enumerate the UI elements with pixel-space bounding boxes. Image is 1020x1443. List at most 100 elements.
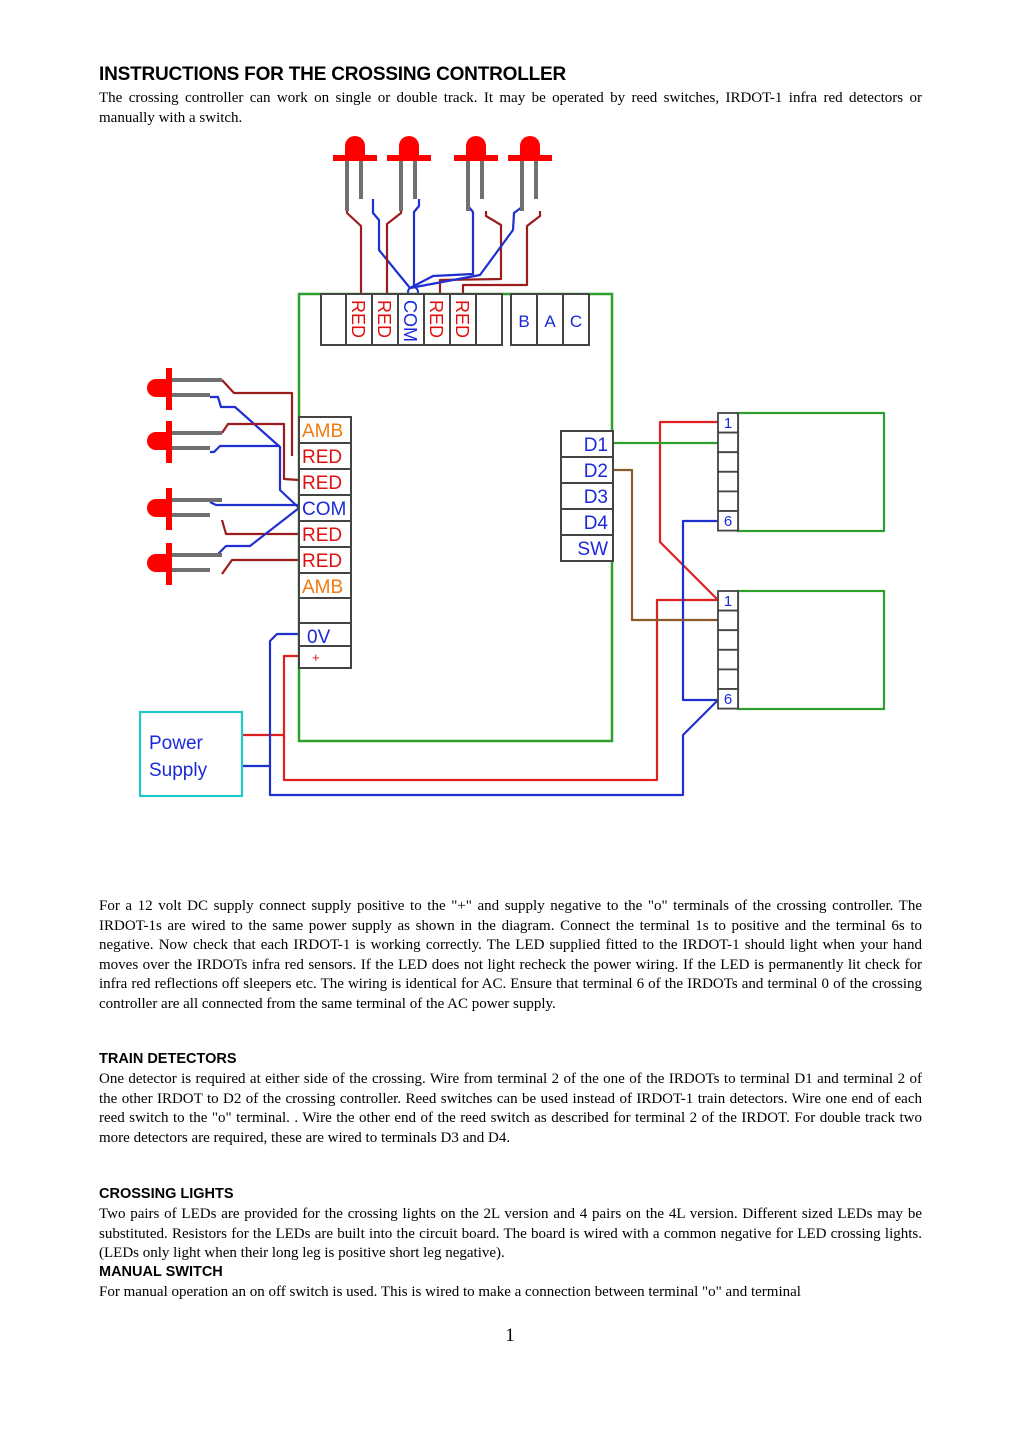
led-leg: [172, 378, 222, 382]
led-top-3: [466, 136, 486, 156]
top-right-terminal-label: B: [518, 312, 529, 331]
led-top-4-flange: [508, 155, 552, 161]
led-leg: [359, 161, 363, 199]
wire-led-com: [210, 395, 300, 509]
irdot-terminal-label: 6: [724, 691, 732, 708]
top-right-terminal-label: A: [544, 312, 556, 331]
led-leg: [172, 393, 210, 397]
wire-positive: [282, 654, 299, 735]
wire-led-com: [371, 199, 411, 289]
left-terminal-label: RED: [302, 551, 342, 572]
wire-negative: [681, 519, 718, 702]
top-terminal-label: RED: [452, 300, 472, 338]
led-top-2: [399, 136, 419, 156]
top-terminal: [320, 293, 348, 346]
wire-led-com: [210, 444, 280, 454]
detector-terminal-label: D1: [584, 435, 608, 456]
top-terminal-label: RED: [348, 300, 368, 338]
led-left-2: [147, 432, 166, 450]
led-left-4: [147, 554, 166, 572]
left-terminal-label: +: [312, 650, 320, 665]
led-top-2-flange: [387, 155, 431, 161]
irdot-terminal: [717, 629, 739, 651]
led-left-1: [147, 379, 166, 397]
led-leg: [520, 161, 524, 211]
power-supply: [138, 710, 244, 798]
section-text-manual-switch: For manual operation an on off switch is…: [99, 1284, 801, 1300]
top-terminal-label: COM: [400, 300, 420, 342]
led-leg: [172, 431, 222, 435]
section-text-crossing-lights: Two pairs of LEDs are provided for the c…: [99, 1206, 922, 1262]
left-terminal-label: RED: [302, 447, 342, 468]
led-leg: [345, 161, 349, 211]
left-terminal-label: AMB: [302, 577, 343, 598]
detector-terminal-label: D4: [584, 513, 609, 534]
wire-d2: [613, 468, 718, 622]
irdot-terminal: [717, 490, 739, 512]
led-leg: [172, 568, 210, 572]
detector-terminal-label: D3: [584, 487, 608, 508]
led-leg: [480, 161, 484, 199]
wire-led-red: [345, 211, 363, 294]
wire-led-com: [412, 199, 421, 288]
left-terminal-label: AMB: [302, 421, 343, 442]
led-leg: [399, 161, 403, 211]
led-leg: [413, 161, 417, 199]
left-terminal-label: RED: [302, 525, 342, 546]
led-leg: [172, 498, 222, 502]
irdot-terminal: [717, 451, 739, 473]
led-left-4-flange: [166, 543, 172, 585]
wire-led-com: [409, 199, 475, 289]
irdot-terminal-label: 6: [724, 513, 732, 530]
led-top-4: [520, 136, 540, 156]
wire-positive: [658, 420, 719, 601]
wiring-diagram: RED RED COM RED RED B A C AMB RED RED COM RED RED AMB 0…: [138, 136, 886, 798]
section-heading-train-detectors: TRAIN DETECTORS: [99, 1051, 237, 1067]
irdot-terminal: [717, 431, 739, 454]
detector-terminal-label: SW: [577, 539, 608, 560]
top-terminal-label: RED: [374, 300, 394, 338]
wire-led-com: [209, 507, 300, 557]
led-leg: [534, 161, 538, 199]
left-terminal: [298, 597, 352, 625]
wire-led-red: [220, 519, 299, 536]
power-supply-label: Supply: [149, 760, 208, 781]
detector-terminal-label: D2: [584, 461, 608, 482]
power-paragraph: For a 12 volt DC supply connect supply p…: [99, 898, 922, 1012]
wire-led-red: [221, 379, 294, 456]
irdot-terminal: [717, 648, 739, 671]
led-leg: [172, 553, 222, 557]
section-heading-crossing-lights: CROSSING LIGHTS: [99, 1186, 234, 1202]
led-top-3-flange: [454, 155, 498, 161]
top-terminal-label: RED: [426, 300, 446, 338]
page-number: 1: [505, 1325, 515, 1346]
led-left-1-flange: [166, 368, 172, 410]
wire-led-red: [221, 422, 300, 482]
left-terminal: [298, 645, 352, 669]
top-terminal: [475, 293, 503, 346]
led-leg: [172, 446, 210, 450]
irdot-terminal: [717, 668, 739, 690]
section-heading-manual-switch: MANUAL SWITCH: [99, 1264, 223, 1280]
left-terminal-label: 0V: [307, 627, 331, 648]
irdot-terminal-label: 1: [724, 593, 732, 610]
led-leg: [466, 161, 470, 211]
led-left-3: [147, 499, 166, 517]
irdot-module-2: [736, 589, 886, 711]
top-right-terminal-label: C: [570, 312, 582, 331]
left-terminal-label: COM: [302, 499, 346, 520]
wire-led-red: [385, 211, 403, 294]
led-top-1-flange: [333, 155, 377, 161]
components: RED RED COM RED RED B A C AMB RED RED COM RED RED AMB 0…: [138, 136, 886, 798]
wire-led-com: [209, 501, 299, 507]
irdot-terminal-label: 1: [724, 415, 732, 432]
left-terminal-label: RED: [302, 473, 342, 494]
led-top-1: [345, 136, 365, 156]
irdot-terminal: [717, 470, 739, 493]
led-left-2-flange: [166, 421, 172, 463]
led-leg: [172, 513, 210, 517]
power-supply-label: Power: [149, 733, 204, 754]
irdot-terminal: [717, 609, 739, 632]
wires: [209, 199, 719, 797]
irdot-module-1: [736, 411, 886, 533]
